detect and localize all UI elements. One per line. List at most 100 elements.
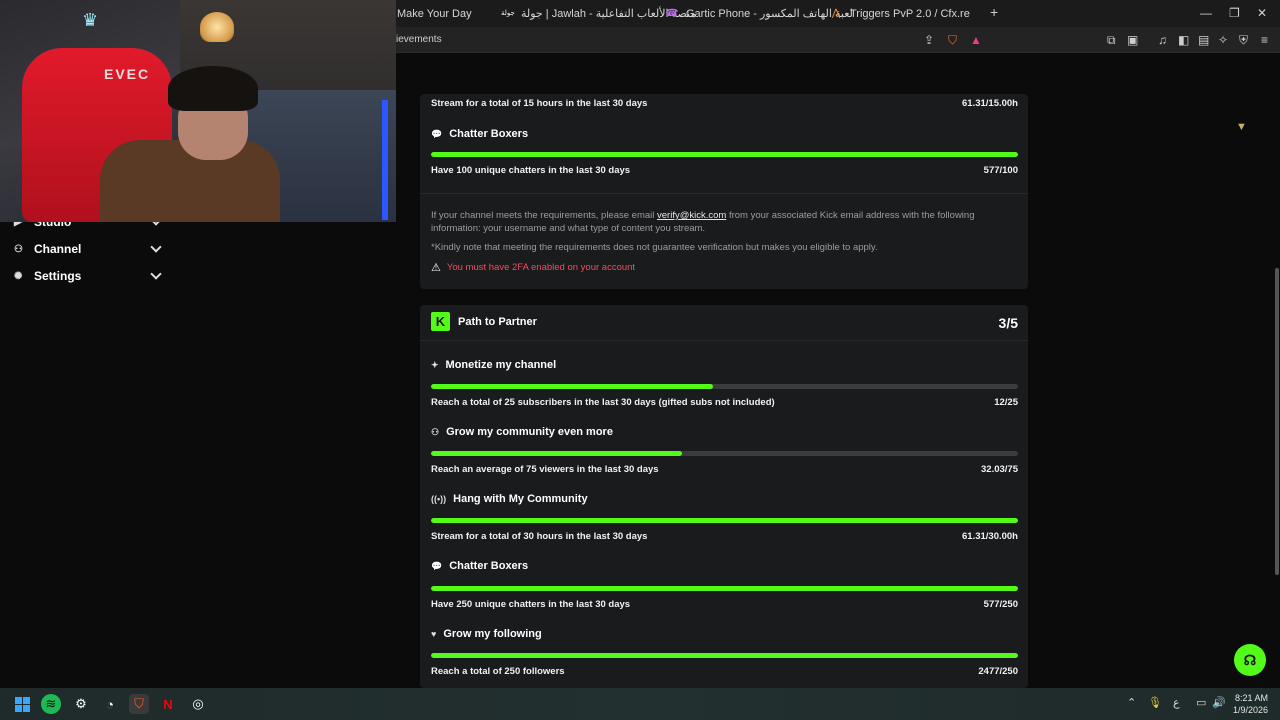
app-icon-2[interactable]: ◎ bbox=[188, 694, 208, 714]
sparkle-icon: ✦ bbox=[431, 359, 439, 370]
chat-icon: 💬 bbox=[431, 560, 443, 571]
share-icon[interactable]: ⇪ bbox=[924, 33, 934, 47]
progress-fill bbox=[431, 586, 1018, 591]
tray-chevron-icon[interactable]: ⌃ bbox=[1127, 696, 1136, 709]
network-icon[interactable]: ▭ bbox=[1196, 696, 1206, 709]
progress-bar bbox=[431, 152, 1018, 157]
progress-fill bbox=[431, 152, 1018, 157]
requirement-title-text: Hang with My Community bbox=[453, 493, 588, 505]
webcam-lamp bbox=[200, 12, 234, 42]
users-icon: ⚇ bbox=[431, 426, 440, 437]
progress-bar bbox=[431, 653, 1018, 658]
tab-make-your-day[interactable]: Make Your Day bbox=[397, 0, 472, 27]
screenshot-icon[interactable]: ▣ bbox=[1127, 33, 1138, 47]
broadcast-icon: ((•)) bbox=[431, 494, 447, 504]
wallet-icon[interactable]: ▤ bbox=[1198, 33, 1209, 47]
requirement-value: 61.31/30.00h bbox=[962, 531, 1018, 542]
sidebar-item-channel[interactable]: ⚇ Channel bbox=[14, 241, 162, 256]
requirement-description: Reach a total of 250 followers bbox=[431, 666, 565, 677]
system-clock[interactable]: 8:21 AM 1/9/2026 bbox=[1233, 692, 1268, 716]
progress-fill bbox=[431, 384, 713, 389]
requirement-value: 2477/250 bbox=[978, 666, 1018, 677]
phone-icon: ☎ bbox=[666, 7, 679, 19]
kick-logo-icon: K bbox=[431, 312, 450, 331]
requirement-title-text: Chatter Boxers bbox=[449, 128, 529, 140]
music-icon[interactable]: ♫ bbox=[1158, 33, 1167, 47]
chat-icon: 💬 bbox=[431, 128, 443, 139]
verification-info: If your channel meets the requirements, … bbox=[431, 209, 1021, 235]
volume-icon[interactable]: 🔊 bbox=[1212, 696, 1226, 709]
microphone-icon[interactable]: 🎙 bbox=[1148, 696, 1162, 709]
warning-text: You must have 2FA enabled on your accoun… bbox=[446, 262, 636, 273]
sidebar-item-settings[interactable]: ✺ Settings bbox=[14, 268, 162, 283]
extensions-icon[interactable]: ⧉ bbox=[1107, 33, 1116, 48]
page-scrollbar[interactable] bbox=[1275, 268, 1279, 575]
new-tab-button[interactable]: + bbox=[990, 4, 998, 20]
progress-bar bbox=[431, 518, 1018, 523]
requirement-description: Reach a total of 25 subscribers in the l… bbox=[431, 397, 775, 408]
requirement-title: ((•)) Hang with My Community bbox=[431, 493, 588, 505]
requirement-description: Reach an average of 75 viewers in the la… bbox=[431, 464, 659, 475]
requirement-title-text: Grow my following bbox=[443, 628, 542, 640]
taskbar: ≋ ⚙ ◔ ⛉ N ◎ ⌃ 🎙 ع ▭ 🔊 8:21 AM 1/9/2026 bbox=[0, 688, 1280, 720]
requirement-title-text: Monetize my channel bbox=[445, 359, 557, 371]
gift-icon[interactable]: ▼ bbox=[1236, 121, 1247, 133]
spotify-icon[interactable]: ≋ bbox=[41, 694, 61, 714]
url-text[interactable]: ievements bbox=[396, 34, 442, 45]
warning-icon: ⚠ bbox=[431, 262, 441, 274]
steam-icon[interactable]: ⚙ bbox=[71, 694, 91, 714]
webcam-light bbox=[382, 100, 388, 220]
heart-icon: ♥ bbox=[431, 629, 437, 639]
chevron-down-icon bbox=[150, 268, 162, 280]
brave-icon[interactable]: ⛉ bbox=[129, 694, 149, 714]
requirement-title-text: Grow my community even more bbox=[446, 426, 613, 438]
minimize-icon[interactable]: — bbox=[1200, 6, 1212, 20]
sidebar-item-label: Channel bbox=[34, 242, 82, 256]
chevron-down-icon bbox=[150, 241, 162, 253]
language-indicator[interactable]: ع bbox=[1173, 696, 1180, 709]
tab-label: Gartic Phone - لعبة الهاتف المكسور bbox=[686, 8, 853, 20]
divider bbox=[420, 193, 1028, 194]
app-icon[interactable]: ◔ bbox=[100, 694, 120, 714]
email-link[interactable]: verify@kick.com bbox=[657, 210, 726, 221]
requirement-description: Stream for a total of 30 hours in the la… bbox=[431, 531, 648, 542]
menu-icon[interactable]: ≡ bbox=[1261, 33, 1268, 47]
progress-bar bbox=[431, 384, 1018, 389]
start-button[interactable] bbox=[12, 694, 32, 714]
tab-gartic-phone[interactable]: ☎ Gartic Phone - لعبة الهاتف المكسور bbox=[666, 0, 853, 27]
divider bbox=[420, 340, 1028, 341]
progress-fill bbox=[431, 653, 1018, 658]
progress-bar bbox=[431, 586, 1018, 591]
partner-header: K Path to Partner bbox=[431, 312, 537, 331]
channel-icon: ⚇ bbox=[14, 243, 23, 255]
maximize-icon[interactable]: ❐ bbox=[1229, 6, 1240, 20]
progress-fill bbox=[431, 518, 1018, 523]
brave-shield-icon[interactable]: ⛉ bbox=[948, 33, 957, 48]
progress-bar bbox=[431, 451, 1018, 456]
sidebar-item-label: Settings bbox=[34, 269, 82, 283]
windows-icon bbox=[14, 696, 30, 712]
brave-rewards-icon[interactable]: ▲ bbox=[970, 33, 982, 47]
gear-icon: ✺ bbox=[14, 270, 23, 282]
leo-ai-icon[interactable]: ✧ bbox=[1218, 33, 1228, 47]
requirement-description: Stream for a total of 15 hours in the la… bbox=[431, 98, 648, 109]
tab-triggers-pvp[interactable]: ⋀ Triggers PvP 2.0 / Cfx.re bbox=[830, 0, 970, 27]
vpn-icon[interactable]: ⛨ bbox=[1239, 33, 1248, 48]
crown-light-icon: ♛ bbox=[82, 10, 101, 30]
requirement-value: 61.31/15.00h bbox=[962, 98, 1018, 109]
close-icon[interactable]: ✕ bbox=[1257, 6, 1267, 20]
requirement-title: 💬 Chatter Boxers bbox=[431, 128, 528, 140]
clock-time: 8:21 AM bbox=[1234, 693, 1268, 703]
tab-label: Make Your Day bbox=[397, 7, 472, 20]
warning-message: ⚠ You must have 2FA enabled on your acco… bbox=[431, 261, 635, 274]
webcam-person-hair bbox=[168, 66, 258, 111]
sidebar-toggle-icon[interactable]: ◧ bbox=[1178, 33, 1189, 47]
headset-icon: ☊ bbox=[1243, 651, 1257, 668]
netflix-icon[interactable]: N bbox=[158, 694, 178, 714]
progress-fill bbox=[431, 451, 682, 456]
requirement-description: Have 100 unique chatters in the last 30 … bbox=[431, 165, 631, 176]
partner-count: 3/5 bbox=[998, 315, 1018, 331]
support-chat-button[interactable]: ☊ bbox=[1234, 644, 1266, 676]
requirement-title: 💬 Chatter Boxers bbox=[431, 560, 528, 572]
partner-title: Path to Partner bbox=[458, 315, 537, 328]
